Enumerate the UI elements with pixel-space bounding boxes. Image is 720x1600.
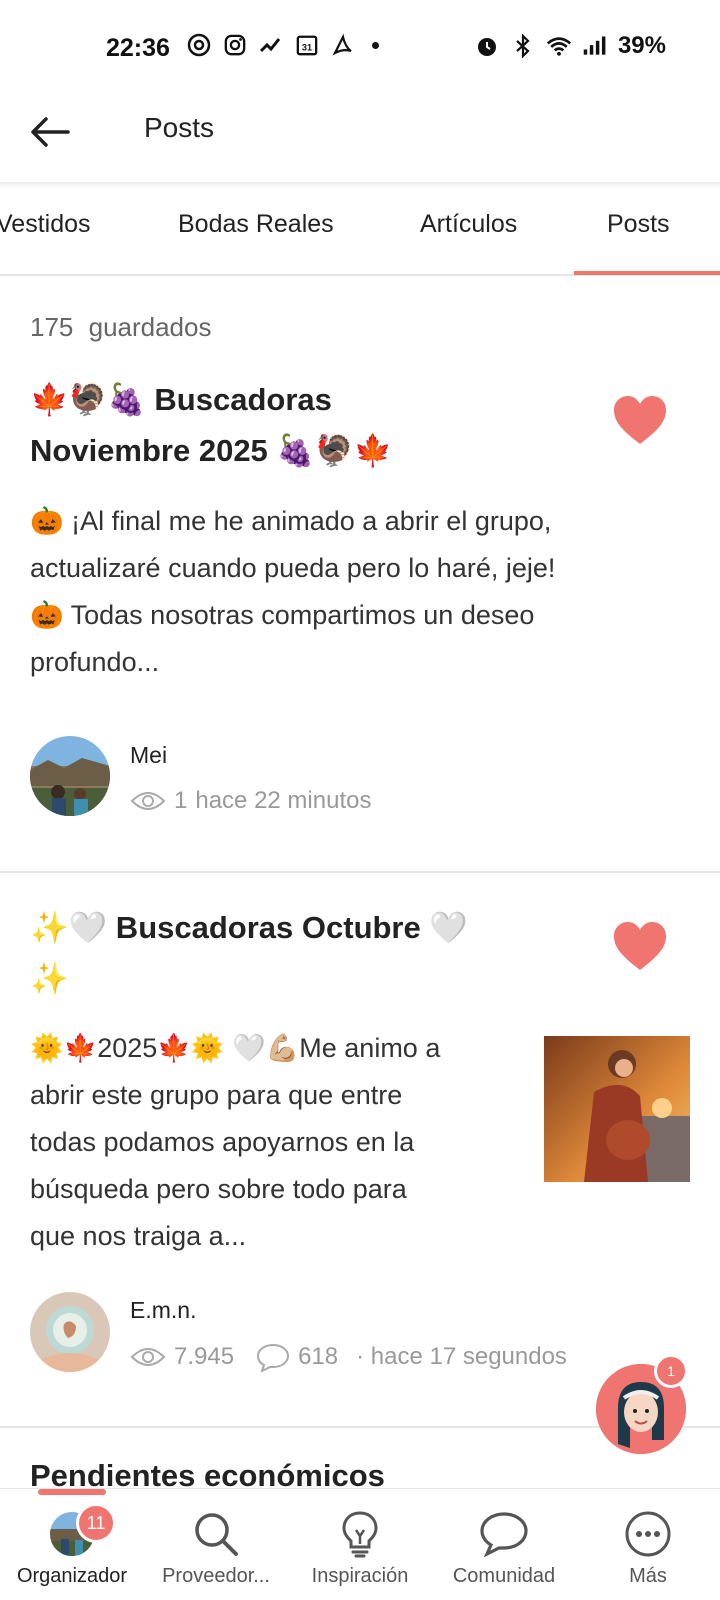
- like-button[interactable]: [612, 394, 668, 446]
- bottom-nav: 11 Organizador Proveedor... Inspiración …: [0, 1488, 720, 1600]
- status-time: 22:36: [106, 34, 170, 62]
- alarm-icon: [474, 33, 500, 59]
- app-header: Posts: [0, 96, 720, 184]
- excerpt-line: 🎃 Todas nosotras compartimos un deseo: [30, 600, 535, 630]
- author-name[interactable]: Mei: [130, 742, 167, 769]
- post-title-line: Noviembre 2025 🍇🦃🍁: [30, 433, 393, 468]
- svg-text:31: 31: [302, 43, 312, 53]
- excerpt-line: profundo...: [30, 647, 160, 677]
- nav-label: Proveedor...: [162, 1565, 270, 1587]
- post-thumbnail[interactable]: [544, 1036, 690, 1182]
- bluetooth-icon: [510, 33, 536, 59]
- heart-icon: [614, 396, 666, 444]
- post-divider: [0, 871, 720, 873]
- wifi-icon: [546, 33, 572, 59]
- post-title[interactable]: Pendientes económicos: [30, 1458, 385, 1488]
- chat-bubble-icon: [479, 1509, 529, 1559]
- excerpt-line: 🌞🍁2025🍁🌞 🤍💪🏼Me animo a: [30, 1033, 441, 1063]
- tab-bar: Vestidos Bodas Reales Artículos Posts: [0, 188, 720, 276]
- tab-bodas-reales[interactable]: Bodas Reales: [178, 210, 334, 239]
- nav-label: Inspiración: [311, 1565, 409, 1587]
- heart-icon: [614, 922, 666, 970]
- excerpt-line: 🎃 ¡Al final me he animado a abrir el gru…: [30, 506, 552, 536]
- page-title: Posts: [144, 112, 215, 143]
- call-missed-icon: [258, 32, 284, 58]
- author-name[interactable]: E.m.n.: [130, 1297, 196, 1324]
- post-time: · hace 17 segundos: [356, 1343, 567, 1370]
- back-button[interactable]: [26, 108, 74, 156]
- battery-level: 39%: [617, 32, 666, 59]
- comment-icon: [257, 1343, 290, 1372]
- tab-vestidos[interactable]: Vestidos: [0, 210, 91, 239]
- nav-inspiracion[interactable]: Inspiración: [288, 1489, 432, 1600]
- avatar[interactable]: [30, 736, 110, 816]
- post-title-line: 🍁🦃🍇 Buscadoras: [30, 382, 332, 417]
- nav-proveedores[interactable]: Proveedor...: [144, 1489, 288, 1600]
- nav-label: Organizador: [16, 1565, 128, 1587]
- post-title-line: ✨: [30, 961, 69, 996]
- threads-icon: [186, 32, 212, 58]
- post-title[interactable]: ✨🤍 Buscadoras Octubre 🤍 ✨: [30, 902, 468, 1004]
- nav-comunidad[interactable]: Comunidad: [432, 1489, 576, 1600]
- post-meta: 1 hace 22 minutos: [130, 787, 371, 815]
- eye-icon: [130, 792, 166, 810]
- acrobat-icon: [330, 32, 356, 58]
- nav-label: Más: [629, 1565, 667, 1587]
- excerpt-line: actualizaré cuando pueda pero lo haré, j…: [30, 553, 556, 583]
- more-icon: [623, 1509, 673, 1559]
- signal-icon: [582, 33, 608, 59]
- eye-icon: [130, 1348, 166, 1366]
- notification-badge: 1: [654, 1354, 688, 1388]
- avatar[interactable]: [30, 1292, 110, 1372]
- arrow-left-icon: [31, 117, 70, 147]
- excerpt-line: todas podamos apoyarnos en la: [30, 1127, 415, 1157]
- more-notifications-dot: [372, 41, 379, 49]
- nav-organizador[interactable]: 11 Organizador: [0, 1489, 144, 1600]
- view-count: 1: [174, 787, 188, 814]
- saved-count: 175 guardados: [30, 312, 212, 342]
- post-excerpt: 🎃 ¡Al final me he animado a abrir el gru…: [30, 498, 555, 686]
- system-icons: 39%: [474, 32, 666, 60]
- post-meta: 7.945 618 · hace 17 segundos: [130, 1342, 567, 1372]
- assistant-button[interactable]: 1: [596, 1354, 688, 1454]
- nav-mas[interactable]: Más: [576, 1489, 720, 1600]
- search-icon: [191, 1509, 241, 1559]
- instagram-icon: [222, 32, 248, 58]
- excerpt-line: abrir este grupo para que entre: [30, 1080, 403, 1110]
- post-time: hace 22 minutos: [195, 787, 372, 814]
- view-count: 7.945: [174, 1343, 235, 1370]
- tab-posts[interactable]: Posts: [607, 210, 670, 239]
- post-excerpt: 🌞🍁2025🍁🌞 🤍💪🏼Me animo a abrir este grupo …: [30, 1025, 440, 1260]
- calendar-icon: 31: [294, 32, 320, 58]
- nav-label: Comunidad: [452, 1565, 556, 1587]
- post-title-line: ✨🤍 Buscadoras Octubre 🤍: [30, 910, 468, 945]
- tab-articulos[interactable]: Artículos: [420, 210, 517, 239]
- post-title[interactable]: 🍁🦃🍇 Buscadoras Noviembre 2025 🍇🦃🍁: [30, 374, 392, 476]
- notification-badge: 11: [76, 1503, 116, 1543]
- comment-count: 618: [298, 1343, 339, 1370]
- active-tab-indicator: [574, 271, 720, 275]
- notification-icons: 31: [186, 32, 379, 58]
- status-bar: 22:36 31 39%: [0, 0, 720, 96]
- excerpt-line: que nos traiga a...: [30, 1221, 247, 1251]
- excerpt-line: búsqueda pero sobre todo para: [30, 1174, 407, 1204]
- lightbulb-icon: [335, 1509, 385, 1559]
- active-nav-indicator: [38, 1489, 106, 1495]
- like-button[interactable]: [612, 920, 668, 972]
